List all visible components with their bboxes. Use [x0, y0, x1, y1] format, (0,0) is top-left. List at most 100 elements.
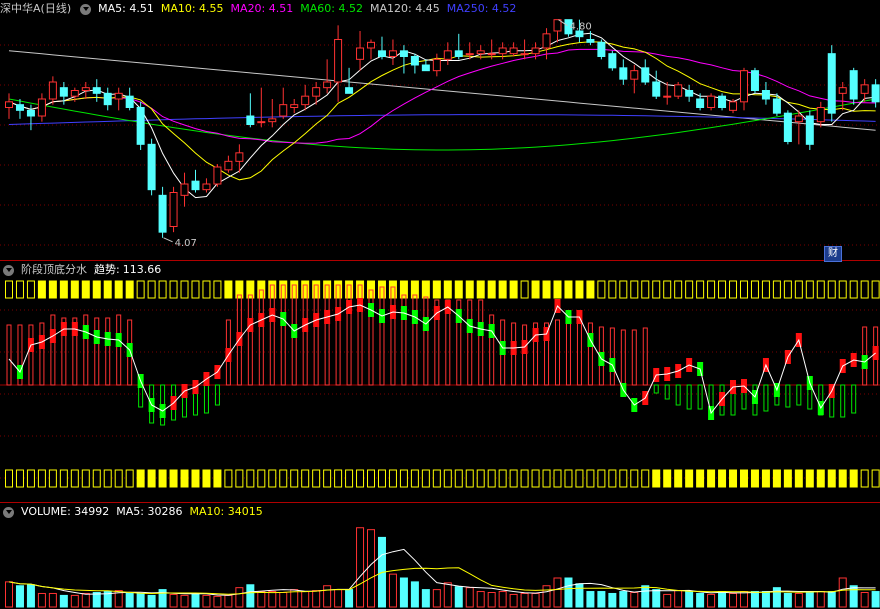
- candle: [860, 84, 869, 94]
- volume-bar: [498, 591, 507, 608]
- top-band-cell: [663, 280, 672, 299]
- volume-bar: [783, 592, 792, 608]
- bottom-band-cell: [443, 469, 452, 488]
- bottom-band-cell: [257, 469, 266, 488]
- bottom-band-cell: [323, 469, 332, 488]
- negative-histogram-bar: [763, 384, 769, 412]
- candle: [81, 87, 90, 91]
- volume-bar: [15, 585, 24, 608]
- bottom-band-cell: [564, 469, 573, 488]
- bottom-band-cell: [268, 469, 277, 488]
- candle: [202, 183, 211, 191]
- volume-bar: [608, 592, 617, 608]
- volume-ma5-line: [8, 548, 876, 596]
- volume-bar: [334, 589, 343, 608]
- bottom-band-cell: [5, 469, 13, 488]
- bottom-band-cell: [81, 469, 90, 488]
- candle: [498, 47, 507, 55]
- top-band-cell: [465, 280, 474, 299]
- positive-histogram-bar: [467, 299, 473, 386]
- volume-bar: [169, 593, 178, 608]
- bottom-band-cell: [575, 469, 584, 488]
- volume-bar: [849, 585, 858, 608]
- top-band-cell: [147, 280, 156, 299]
- candle: [871, 84, 880, 103]
- volume-bar: [630, 592, 639, 608]
- candle: [15, 104, 24, 111]
- bottom-band-cell: [377, 469, 386, 488]
- negative-histogram-bar: [664, 384, 670, 400]
- top-band-cell: [586, 280, 595, 299]
- bottom-band-cell: [739, 469, 748, 488]
- bottom-band-cell: [542, 469, 551, 488]
- top-band-cell: [202, 280, 211, 299]
- volume-bar: [465, 587, 474, 608]
- indicator-name: 阶段顶底分水: [21, 263, 87, 276]
- candle: [257, 121, 266, 124]
- bottom-band-cell: [630, 469, 639, 488]
- volume-bar: [312, 590, 321, 608]
- bottom-band-cell: [663, 469, 672, 488]
- top-band-cell: [685, 280, 694, 299]
- indicator-toggle-icon[interactable]: [3, 264, 14, 276]
- candle: [213, 166, 222, 185]
- top-band-cell: [487, 280, 496, 299]
- bottom-band-cell: [202, 469, 211, 488]
- volume-bar: [531, 592, 540, 608]
- bottom-band-cell: [312, 469, 321, 488]
- negative-histogram-bar: [697, 384, 703, 410]
- top-band-cell: [718, 280, 727, 299]
- candle: [377, 50, 386, 57]
- candle: [432, 58, 441, 72]
- candle: [816, 107, 825, 123]
- negative-histogram-bar: [785, 384, 791, 408]
- top-band-cell: [37, 280, 46, 299]
- volume-bar: [301, 591, 310, 608]
- low-marker: [163, 237, 173, 243]
- top-band-cell: [630, 280, 639, 299]
- bottom-band-cell: [652, 469, 661, 488]
- top-band-cell: [564, 280, 573, 299]
- bottom-band-cell: [70, 469, 79, 488]
- bottom-band-cell: [729, 469, 738, 488]
- candle: [246, 115, 255, 125]
- positive-histogram-bar: [50, 314, 56, 386]
- volume-bar: [750, 591, 759, 608]
- top-band-cell: [838, 280, 847, 299]
- top-band-cell: [652, 280, 661, 299]
- candle: [827, 53, 836, 114]
- volume-bar: [191, 592, 200, 608]
- bottom-band-cell: [290, 469, 299, 488]
- top-band-cell: [5, 280, 13, 299]
- bottom-band-cell: [750, 469, 759, 488]
- top-band-cell: [597, 280, 606, 299]
- bottom-band-cell: [816, 469, 825, 488]
- positive-histogram-bar: [269, 284, 275, 386]
- top-band-cell: [454, 280, 463, 299]
- candle: [37, 98, 46, 117]
- positive-histogram-bar: [28, 324, 34, 386]
- top-band-cell: [509, 280, 518, 299]
- volume-bar: [553, 577, 562, 608]
- volume-bar: [805, 591, 814, 608]
- volume-bar: [816, 591, 825, 608]
- top-band-cell: [520, 280, 529, 299]
- positive-histogram-bar: [576, 322, 582, 386]
- bottom-band-cell: [114, 469, 123, 488]
- negative-histogram-bar: [203, 384, 209, 414]
- top-band-cell: [191, 280, 200, 299]
- top-band-cell: [59, 280, 68, 299]
- candle: [454, 50, 463, 57]
- finance-badge-icon[interactable]: 财: [824, 246, 842, 262]
- bottom-band-cell: [531, 469, 540, 488]
- candle: [59, 87, 68, 97]
- top-band-cell: [169, 280, 178, 299]
- settings-toggle-icon[interactable]: [80, 3, 92, 15]
- top-band-cell: [674, 280, 683, 299]
- candle: [608, 53, 617, 69]
- volume-toggle-icon[interactable]: [3, 506, 14, 518]
- top-band-cell: [553, 280, 562, 299]
- volume-bar: [520, 592, 529, 608]
- candle: [586, 39, 595, 43]
- candle: [838, 87, 847, 94]
